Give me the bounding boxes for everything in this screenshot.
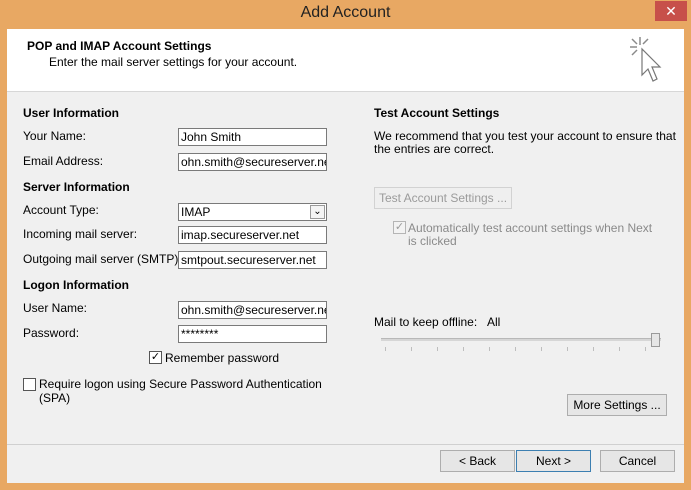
- email-address-label: Email Address:: [23, 154, 104, 168]
- wizard-header: POP and IMAP Account Settings Enter the …: [7, 29, 684, 92]
- slider-tick: [567, 347, 568, 351]
- username-label: User Name:: [23, 301, 88, 315]
- slider-tick: [489, 347, 490, 351]
- wizard-cursor-icon: [630, 37, 662, 82]
- incoming-server-label: Incoming mail server:: [23, 227, 138, 241]
- header-title: POP and IMAP Account Settings: [27, 39, 212, 53]
- remember-password-label: Remember password: [165, 351, 280, 365]
- slider-tick: [411, 347, 412, 351]
- outgoing-server-input[interactable]: smtpout.secureserver.net: [178, 251, 327, 269]
- your-name-input[interactable]: John Smith: [178, 128, 327, 146]
- next-button[interactable]: Next >: [516, 450, 591, 472]
- mail-offline-label: Mail to keep offline:: [374, 315, 478, 329]
- slider-tick: [515, 347, 516, 351]
- close-button[interactable]: ✕: [655, 1, 687, 21]
- slider-tick: [437, 347, 438, 351]
- more-settings-button[interactable]: More Settings ...: [567, 394, 667, 416]
- slider-tick: [385, 347, 386, 351]
- email-address-input[interactable]: ohn.smith@secureserver.net: [178, 153, 327, 171]
- remember-password-checkbox[interactable]: ✓: [149, 351, 162, 364]
- header-subtitle: Enter the mail server settings for your …: [49, 55, 298, 69]
- slider-tick: [593, 347, 594, 351]
- slider-tick: [645, 347, 646, 351]
- add-account-window: Add Account ✕ POP and IMAP Account Setti…: [0, 0, 691, 490]
- account-type-select[interactable]: IMAP ⌄: [178, 203, 327, 221]
- logon-info-heading: Logon Information: [23, 278, 129, 292]
- account-type-value: IMAP: [181, 205, 211, 219]
- slider-tick: [619, 347, 620, 351]
- outgoing-server-label: Outgoing mail server (SMTP):: [23, 252, 182, 266]
- account-type-label: Account Type:: [23, 203, 99, 217]
- test-settings-desc-line1: We recommend that you test your account …: [374, 129, 676, 143]
- auto-test-label-line1: Automatically test account settings when…: [408, 221, 653, 235]
- auto-test-label-line2: is clicked: [408, 234, 457, 248]
- test-settings-heading: Test Account Settings: [374, 106, 500, 120]
- slider-tick: [463, 347, 464, 351]
- server-info-heading: Server Information: [23, 180, 130, 194]
- password-label: Password:: [23, 326, 80, 340]
- incoming-server-input[interactable]: imap.secureserver.net: [178, 226, 327, 244]
- test-account-settings-button[interactable]: Test Account Settings ...: [374, 187, 512, 209]
- footer-divider: [7, 444, 684, 445]
- slider-tick: [541, 347, 542, 351]
- test-settings-desc-line2: the entries are correct.: [374, 142, 495, 156]
- spa-checkbox[interactable]: [23, 378, 36, 391]
- dialog-content: POP and IMAP Account Settings Enter the …: [7, 29, 684, 483]
- mail-offline-value: All: [487, 315, 501, 329]
- spa-label-line1: Require logon using Secure Password Auth…: [39, 377, 322, 391]
- mail-offline-slider-track[interactable]: [381, 338, 661, 341]
- your-name-label: Your Name:: [23, 129, 86, 143]
- back-button[interactable]: < Back: [440, 450, 515, 472]
- spa-label-line2: (SPA): [39, 391, 71, 405]
- user-info-heading: User Information: [23, 106, 120, 120]
- auto-test-checkbox[interactable]: ✓: [393, 221, 406, 234]
- cancel-button[interactable]: Cancel: [600, 450, 675, 472]
- chevron-down-icon[interactable]: ⌄: [310, 205, 325, 219]
- mail-offline-slider-thumb[interactable]: [651, 333, 660, 347]
- title-bar: Add Account ✕: [0, 0, 691, 28]
- password-input[interactable]: ********: [178, 325, 327, 343]
- username-input[interactable]: ohn.smith@secureserver.net: [178, 301, 327, 319]
- window-title: Add Account: [300, 4, 391, 21]
